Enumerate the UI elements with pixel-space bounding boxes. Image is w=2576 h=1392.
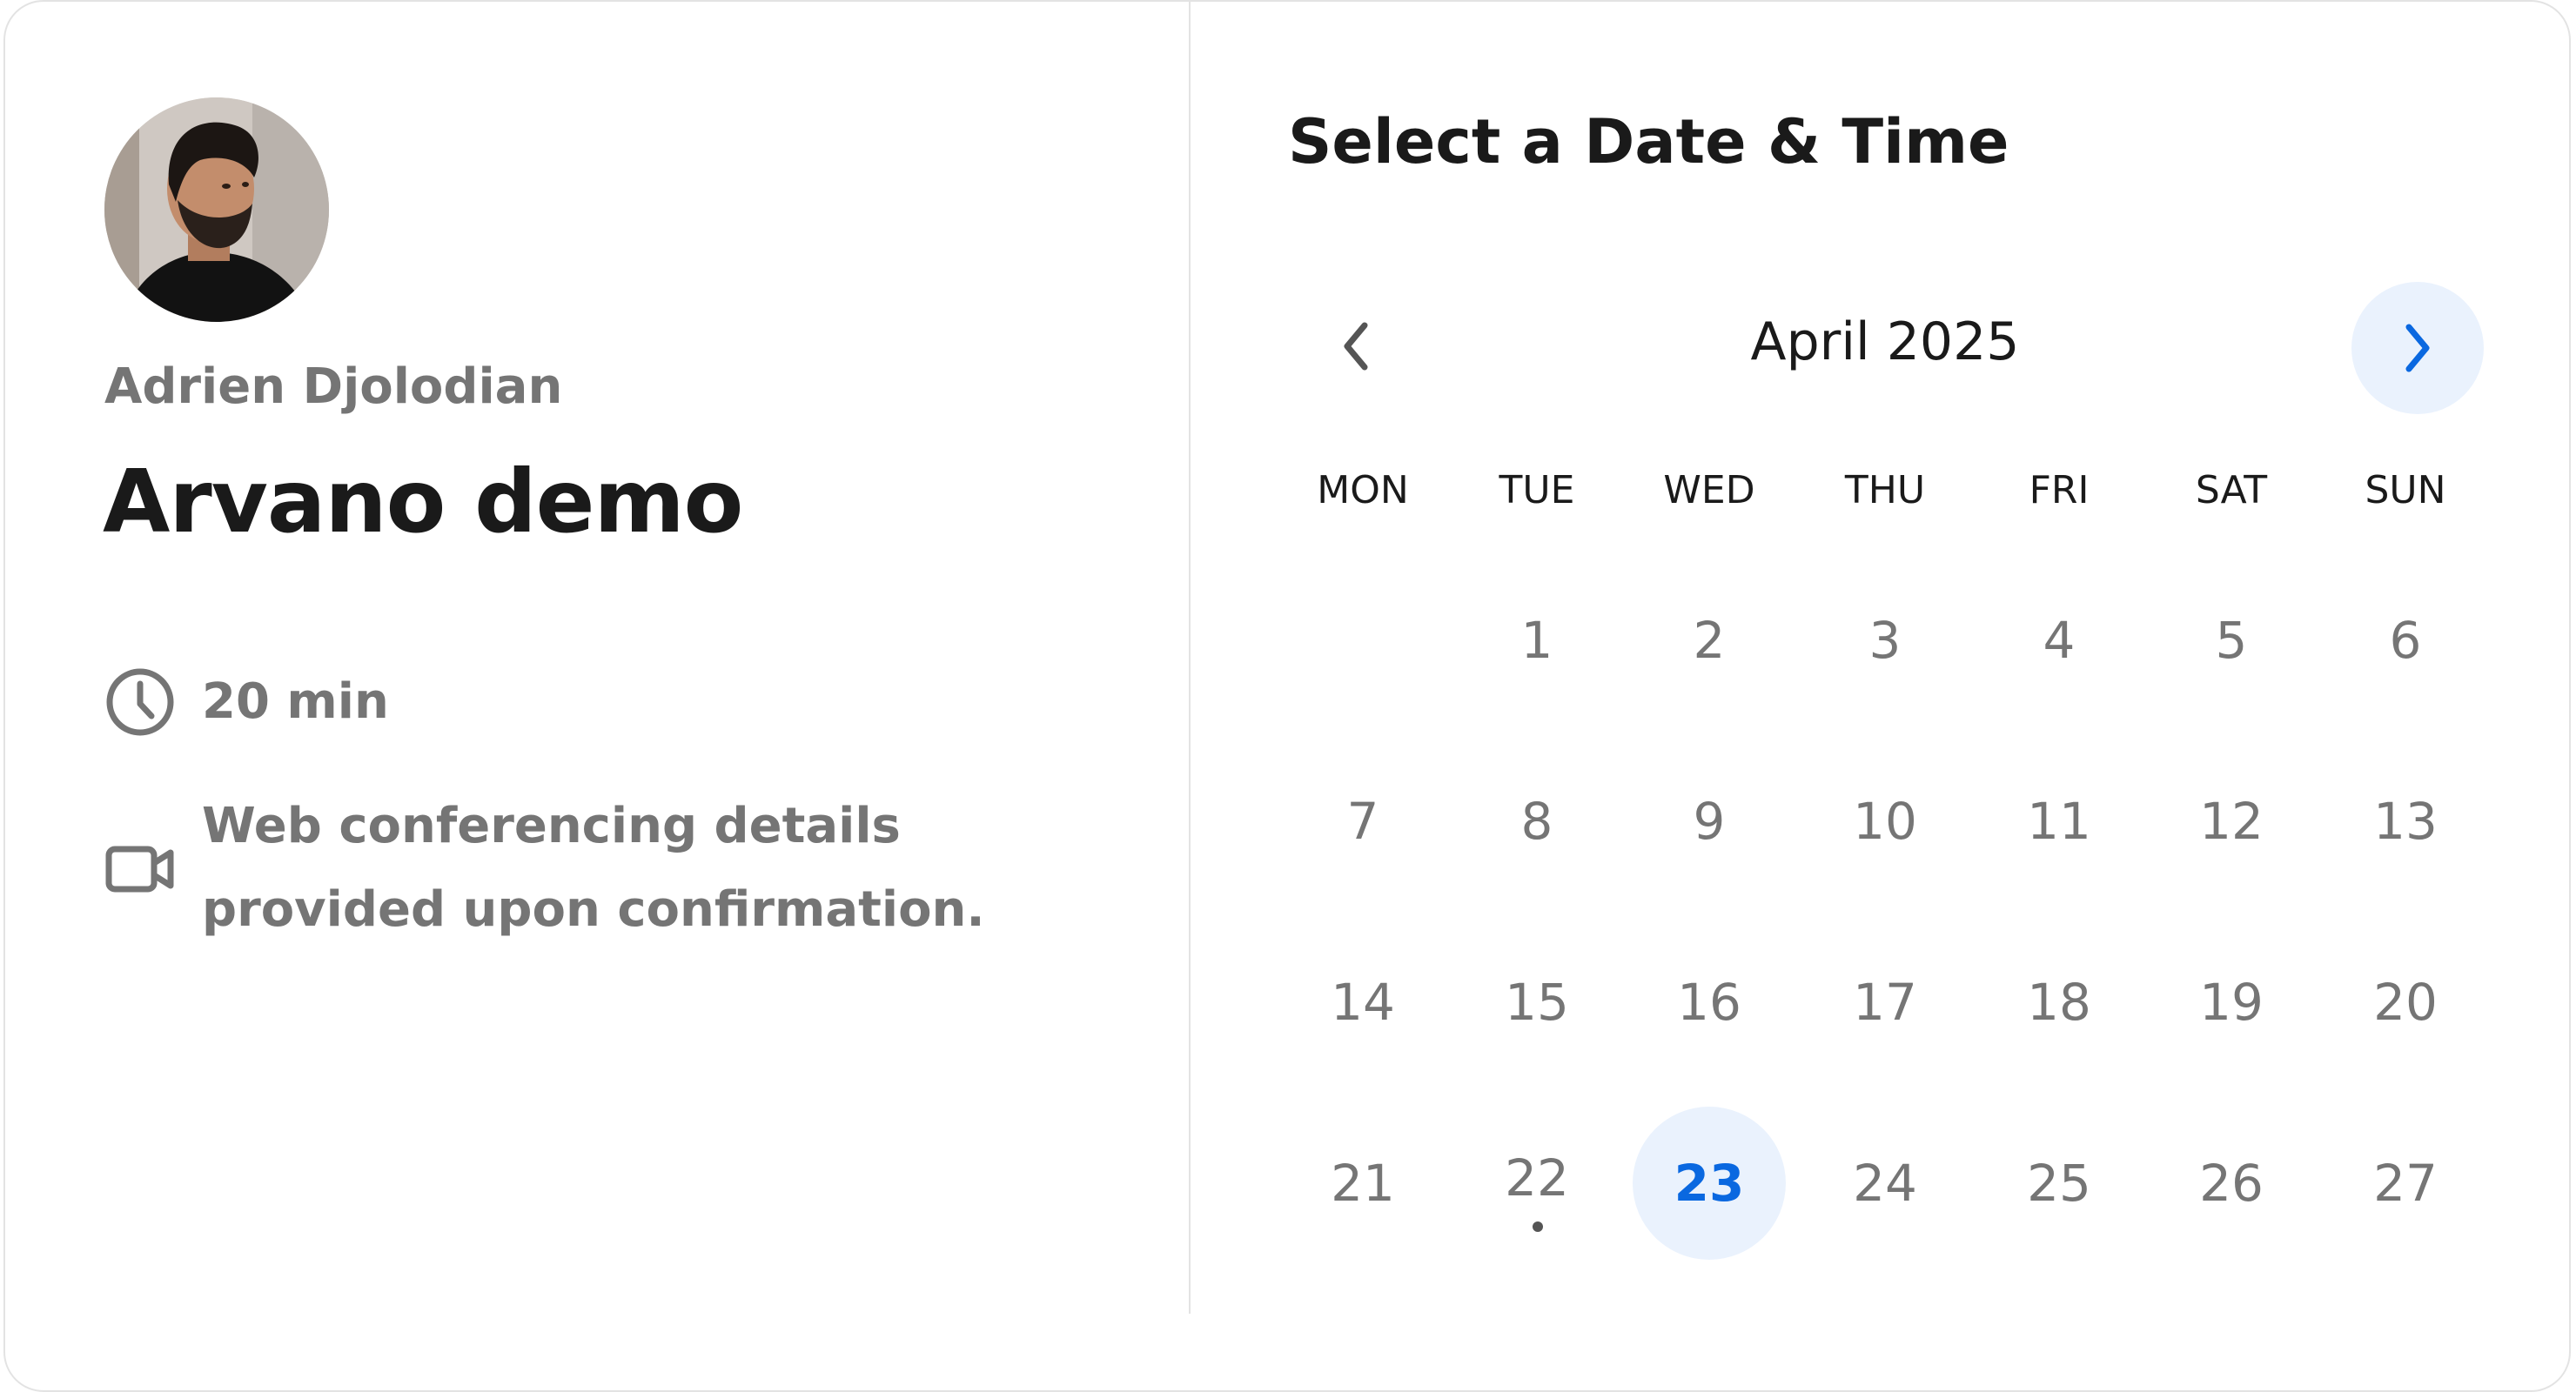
day-number: 27 — [2373, 1154, 2438, 1213]
next-month-button[interactable] — [2351, 282, 2484, 414]
calendar-day-7: 7 — [1286, 745, 1439, 898]
day-number: 14 — [1331, 973, 1395, 1032]
calendar-day-9: 9 — [1633, 745, 1786, 898]
day-number: 12 — [2199, 792, 2264, 851]
calendar-day-19: 19 — [2155, 926, 2308, 1079]
weekday-sat: SAT — [2195, 468, 2268, 512]
calendar-heading: Select a Date & Time — [1288, 106, 2009, 177]
weekday-mon: MON — [1317, 468, 1409, 512]
calendar-day-20: 20 — [2329, 926, 2482, 1079]
chevron-right-icon — [2405, 324, 2430, 372]
month-label: April 2025 — [1750, 311, 2020, 372]
duration-row: 20 min — [104, 666, 389, 738]
selected-date-23[interactable]: 23 — [1633, 1107, 1786, 1260]
calendar-day-4: 4 — [1982, 564, 2136, 717]
day-number: 17 — [1853, 973, 1917, 1032]
day-number: 23 — [1674, 1154, 1745, 1213]
day-number: 7 — [1346, 792, 1379, 851]
weekday-wed: WED — [1663, 468, 1755, 512]
calendar-day-2: 2 — [1633, 564, 1786, 717]
calendar-day-12: 12 — [2155, 745, 2308, 898]
chevron-left-icon — [1344, 322, 1368, 371]
calendar-day-15: 15 — [1460, 926, 1613, 1079]
day-number: 10 — [1853, 792, 1917, 851]
day-number: 5 — [2215, 611, 2248, 670]
day-number: 9 — [1693, 792, 1726, 851]
day-number: 21 — [1331, 1154, 1395, 1213]
day-number: 19 — [2199, 973, 2264, 1032]
day-number: 6 — [2389, 611, 2422, 670]
day-number: 25 — [2027, 1154, 2091, 1213]
day-number: 26 — [2199, 1154, 2264, 1213]
weekday-thu: THU — [1844, 468, 1926, 512]
day-number: 13 — [2373, 792, 2438, 851]
day-number: 4 — [2043, 611, 2076, 670]
calendar-day-22: 22 — [1460, 1107, 1613, 1260]
calendar-day-25: 25 — [1982, 1107, 2136, 1260]
calendar-day-3: 3 — [1808, 564, 1962, 717]
calendar-day-5: 5 — [2155, 564, 2308, 717]
calendar-day-27: 27 — [2329, 1107, 2482, 1260]
duration-label: 20 min — [202, 673, 389, 730]
day-number: 11 — [2027, 792, 2091, 851]
calendar-day-8: 8 — [1460, 745, 1613, 898]
host-avatar — [104, 97, 329, 322]
day-number: 15 — [1505, 973, 1569, 1032]
day-number: 24 — [1853, 1154, 1917, 1213]
video-camera-icon — [104, 833, 176, 905]
day-number: 22 — [1505, 1148, 1569, 1208]
clock-icon — [104, 666, 176, 738]
previous-month-button[interactable] — [1325, 315, 1387, 378]
calendar-day-26: 26 — [2155, 1107, 2308, 1260]
day-number: 8 — [1520, 792, 1553, 851]
host-name: Adrien Djolodian — [104, 358, 563, 415]
day-number: 20 — [2373, 973, 2438, 1032]
weekday-sun: SUN — [2365, 468, 2446, 512]
today-indicator-dot — [1533, 1221, 1543, 1232]
calendar-day-18: 18 — [1982, 926, 2136, 1079]
host-photo — [104, 97, 329, 322]
calendar-day-14: 14 — [1286, 926, 1439, 1079]
panel-divider — [1189, 2, 1191, 1314]
booking-card: Adrien Djolodian Arvano demo 20 min Web … — [3, 0, 2571, 1392]
calendar-day-24: 24 — [1808, 1107, 1962, 1260]
event-title: Arvano demo — [103, 451, 743, 552]
day-number: 1 — [1520, 611, 1553, 670]
calendar-day-16: 16 — [1633, 926, 1786, 1079]
conferencing-row: Web conferencing details provided upon c… — [104, 785, 1159, 952]
calendar-day-11: 11 — [1982, 745, 2136, 898]
calendar-day-10: 10 — [1808, 745, 1962, 898]
day-number: 2 — [1693, 611, 1726, 670]
calendar-day-21: 21 — [1286, 1107, 1439, 1260]
day-number: 18 — [2027, 973, 2091, 1032]
day-number: 16 — [1677, 973, 1741, 1032]
day-number: 3 — [1868, 611, 1902, 670]
calendar-day-17: 17 — [1808, 926, 1962, 1079]
calendar-day-6: 6 — [2329, 564, 2482, 717]
weekday-tue: TUE — [1499, 468, 1575, 512]
calendar-day-1: 1 — [1460, 564, 1613, 717]
calendar-day-13: 13 — [2329, 745, 2482, 898]
weekday-fri: FRI — [2029, 468, 2090, 512]
conferencing-info: Web conferencing details provided upon c… — [202, 798, 985, 938]
